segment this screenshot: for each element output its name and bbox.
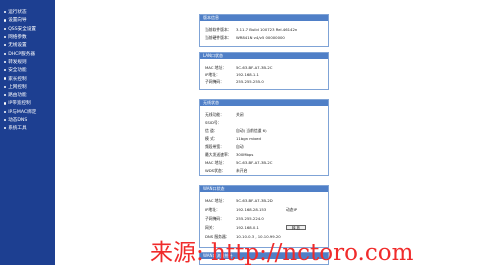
menu-item-routing[interactable]: 路由功能 — [4, 91, 55, 99]
row-label: IP地址： — [205, 72, 220, 77]
row-value: 192.168.28.153 — [236, 207, 267, 212]
panel-title: LAN口状态 — [200, 53, 328, 59]
row-label: 无线功能： — [205, 112, 224, 117]
row-label: 子网掩码： — [205, 79, 224, 84]
menu-item-wireless[interactable]: 无线设置 — [4, 41, 55, 49]
connection-type: 动态IP — [286, 207, 298, 212]
menu-item-system-tools[interactable]: 系统工具 — [4, 124, 55, 132]
info-row: MAC 地址： 5C-63-BF-A7-3B-2D — [200, 198, 328, 204]
row-value: 5C-63-BF-A7-3B-2D — [236, 198, 273, 203]
menu-item-ddns[interactable]: 动态DNS — [4, 116, 55, 124]
info-row: MAC 地址： 5C-63-BF-A7-3B-2C — [200, 160, 328, 166]
info-row: 模 式： 11bgn mixed — [200, 136, 328, 142]
info-row: 频段带宽： 自动 — [200, 144, 328, 150]
bullet-icon — [4, 85, 7, 88]
row-value: 自动( 当前信道 6) — [236, 128, 267, 133]
bullet-icon — [4, 118, 7, 122]
panel-title: 版本信息 — [200, 15, 328, 21]
watermark-text: 来源: http://nctoro.com — [150, 240, 414, 266]
menu-item-network[interactable]: 网络参数 — [4, 33, 55, 41]
info-row: 子网掩码： 255.255.224.0 — [200, 216, 328, 222]
row-label: MAC 地址： — [205, 65, 227, 70]
bullet-icon — [4, 110, 7, 113]
panel-title: 无线状态 — [200, 100, 328, 106]
row-label: 当前硬件版本： — [205, 35, 232, 40]
sidebar-menu: 运行状态 设置向导 QSS安全设置 网络参数 无线设置 DHCP服务器 转发规则… — [0, 0, 55, 265]
info-row: IP地址： 192.168.28.153 动态IP — [200, 207, 328, 213]
menu-item-status[interactable]: 运行状态 — [4, 8, 55, 16]
info-row: 子网掩码： 255.255.255.0 — [200, 79, 328, 85]
bullet-icon — [4, 69, 7, 72]
info-row: SSID号： — [200, 120, 328, 126]
info-row: IP地址： 192.168.1.1 — [200, 72, 328, 78]
row-label: 当前软件版本： — [205, 27, 232, 32]
row-value: WR841N v4/v5 00000000 — [236, 35, 285, 40]
info-row: 最大发送速率： 300Mbps — [200, 152, 328, 158]
panel-title: WAN口状态 — [200, 186, 328, 192]
row-value: 自动 — [236, 144, 244, 149]
row-label: IP地址： — [205, 207, 220, 212]
bullet-icon — [4, 94, 7, 97]
menu-item-wizard[interactable]: 设置向导 — [4, 16, 55, 24]
row-label: SSID号： — [205, 120, 222, 125]
menu-item-qss[interactable]: QSS安全设置 — [4, 25, 55, 33]
row-label: 模 式： — [205, 136, 218, 141]
row-label: 子网掩码： — [205, 216, 224, 221]
row-label: MAC 地址： — [205, 160, 227, 165]
info-row: 当前硬件版本： WR841N v4/v5 00000000 — [200, 35, 328, 41]
info-row: 当前软件版本： 3.11.7 Build 100723 Rel.46142n — [200, 27, 328, 33]
row-value: 255.255.255.0 — [236, 79, 264, 84]
menu-item-access-control[interactable]: 上网控制 — [4, 83, 55, 91]
menu-item-security[interactable]: 安全功能 — [4, 66, 55, 74]
bullet-icon — [4, 77, 7, 80]
row-value: 192.168.0.1 — [236, 225, 259, 230]
bullet-icon — [4, 102, 7, 105]
row-label: MAC 地址： — [205, 198, 227, 203]
bullet-icon — [4, 44, 7, 47]
row-label: 网关： — [205, 225, 217, 230]
info-row: 无线功能： 关闭 — [200, 112, 328, 118]
info-row: WDS状态： 未开启 — [200, 168, 328, 174]
row-value: 5C-63-BF-A7-3B-2C — [236, 65, 273, 70]
menu-item-bandwidth[interactable]: IP带宽控制 — [4, 99, 55, 107]
bullet-icon — [4, 35, 7, 39]
row-value: 未开启 — [236, 168, 248, 173]
info-row: 信 道： 自动( 当前信道 6) — [200, 128, 328, 134]
row-label: WDS状态： — [205, 168, 226, 173]
menu-item-parental[interactable]: 家长控制 — [4, 74, 55, 82]
bullet-icon — [4, 60, 7, 64]
lan-panel: LAN口状态 MAC 地址： 5C-63-BF-A7-3B-2C IP地址： 1… — [199, 52, 329, 90]
info-row: 网关： 192.168.0.1 释 放 — [200, 225, 328, 231]
row-value: 5C-63-BF-A7-3B-2C — [236, 160, 273, 165]
row-value: 255.255.224.0 — [236, 216, 264, 221]
info-row: MAC 地址： 5C-63-BF-A7-3B-2C — [200, 65, 328, 71]
menu-item-ip-mac[interactable]: IP与MAC绑定 — [4, 108, 55, 116]
row-value: 3.11.7 Build 100723 Rel.46142n — [236, 27, 298, 32]
version-panel: 版本信息 当前软件版本： 3.11.7 Build 100723 Rel.461… — [199, 14, 329, 47]
row-label: 信 道： — [205, 128, 218, 133]
menu-item-dhcp[interactable]: DHCP服务器 — [4, 49, 55, 57]
row-label: 频段带宽： — [205, 144, 224, 149]
bullet-icon — [4, 11, 7, 14]
row-value: 300Mbps — [236, 152, 254, 157]
bullet-icon — [4, 127, 7, 130]
bullet-icon — [4, 27, 7, 30]
bullet-icon — [4, 52, 7, 55]
menu-item-forwarding[interactable]: 转发规则 — [4, 58, 55, 66]
row-value: 192.168.1.1 — [236, 72, 259, 77]
row-value: 关闭 — [236, 112, 244, 117]
bullet-icon — [4, 19, 7, 22]
release-button[interactable]: 释 放 — [286, 225, 306, 230]
row-label: 最大发送速率： — [205, 152, 232, 157]
wireless-panel: 无线状态 无线功能： 关闭 SSID号： 信 道： 自动( 当前信道 6) 模 … — [199, 99, 329, 176]
row-value: 11bgn mixed — [236, 136, 261, 141]
